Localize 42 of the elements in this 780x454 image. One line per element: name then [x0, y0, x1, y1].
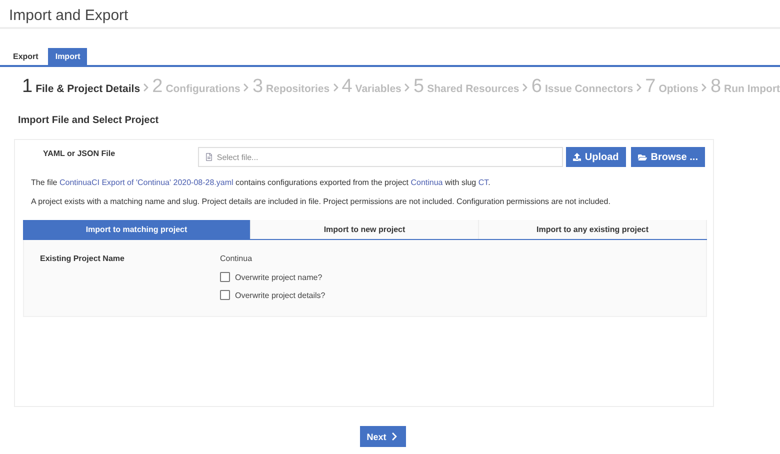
wizard-step: 7 Options [645, 76, 698, 98]
file-input-field[interactable]: Select file... [198, 147, 563, 167]
upload-icon [572, 153, 581, 161]
checkbox-label: Overwrite project name? [235, 272, 322, 282]
tab[interactable]: Import to any existing project [479, 220, 707, 239]
tab[interactable]: Import to new project [251, 220, 479, 239]
field-value: Continua [220, 254, 254, 263]
field-label: YAML or JSON File [42, 148, 116, 158]
chevron-icon [701, 82, 708, 92]
upload-button[interactable]: Upload [566, 147, 626, 167]
wizard-step: 3 Repositories [252, 76, 330, 98]
wizard-step: 2 Configurations [152, 76, 240, 98]
file-icon [204, 153, 213, 161]
checkbox[interactable] [220, 290, 230, 300]
tab[interactable]: Import [48, 48, 88, 65]
chevron-icon [522, 82, 528, 92]
file-info-text: The file ContinuaCI Export of 'Continua' 2020-08-28.yaml contains configurations exported from the project Continua with slug CT. [31, 178, 492, 187]
wizard-step: 6 Issue Connectors [531, 76, 634, 98]
tab[interactable]: Export [6, 48, 46, 65]
chevron-icon [143, 82, 150, 92]
link[interactable]: ContinuaCI Export of 'Continua' 2020-08-28.yaml [59, 178, 234, 187]
wizard-step: 5 Shared Resources [413, 76, 520, 98]
browse-button[interactable]: Browse ... [630, 147, 705, 167]
folder-icon [638, 152, 647, 162]
chevron-icon [636, 82, 642, 92]
checkbox-label: Overwrite project details? [235, 290, 326, 300]
chevron-icon [404, 82, 410, 92]
field-label: Existing Project Name [40, 254, 126, 263]
section-heading: Import File and Select Project [17, 114, 160, 126]
chevron-icon [332, 82, 339, 92]
wizard-step: 1 File & Project Details [22, 76, 140, 98]
tab[interactable]: Import to matching project [23, 220, 251, 239]
chevron-icon [390, 432, 400, 441]
link[interactable]: Continua [410, 178, 443, 187]
wizard-step: 4 Variables [342, 76, 402, 98]
wizard-step: 8 Run Import [710, 76, 780, 98]
checkbox[interactable] [220, 272, 230, 282]
next-button[interactable]: Next [360, 426, 406, 447]
project-info-text: A project exists with a matching name and slug. Project details are included in file. Project permissions are not included. Configuration permissions are not included. [31, 197, 612, 206]
page-title: Import and Export [0, 0, 780, 29]
chevron-icon [243, 82, 250, 92]
link[interactable]: CT [478, 178, 488, 187]
